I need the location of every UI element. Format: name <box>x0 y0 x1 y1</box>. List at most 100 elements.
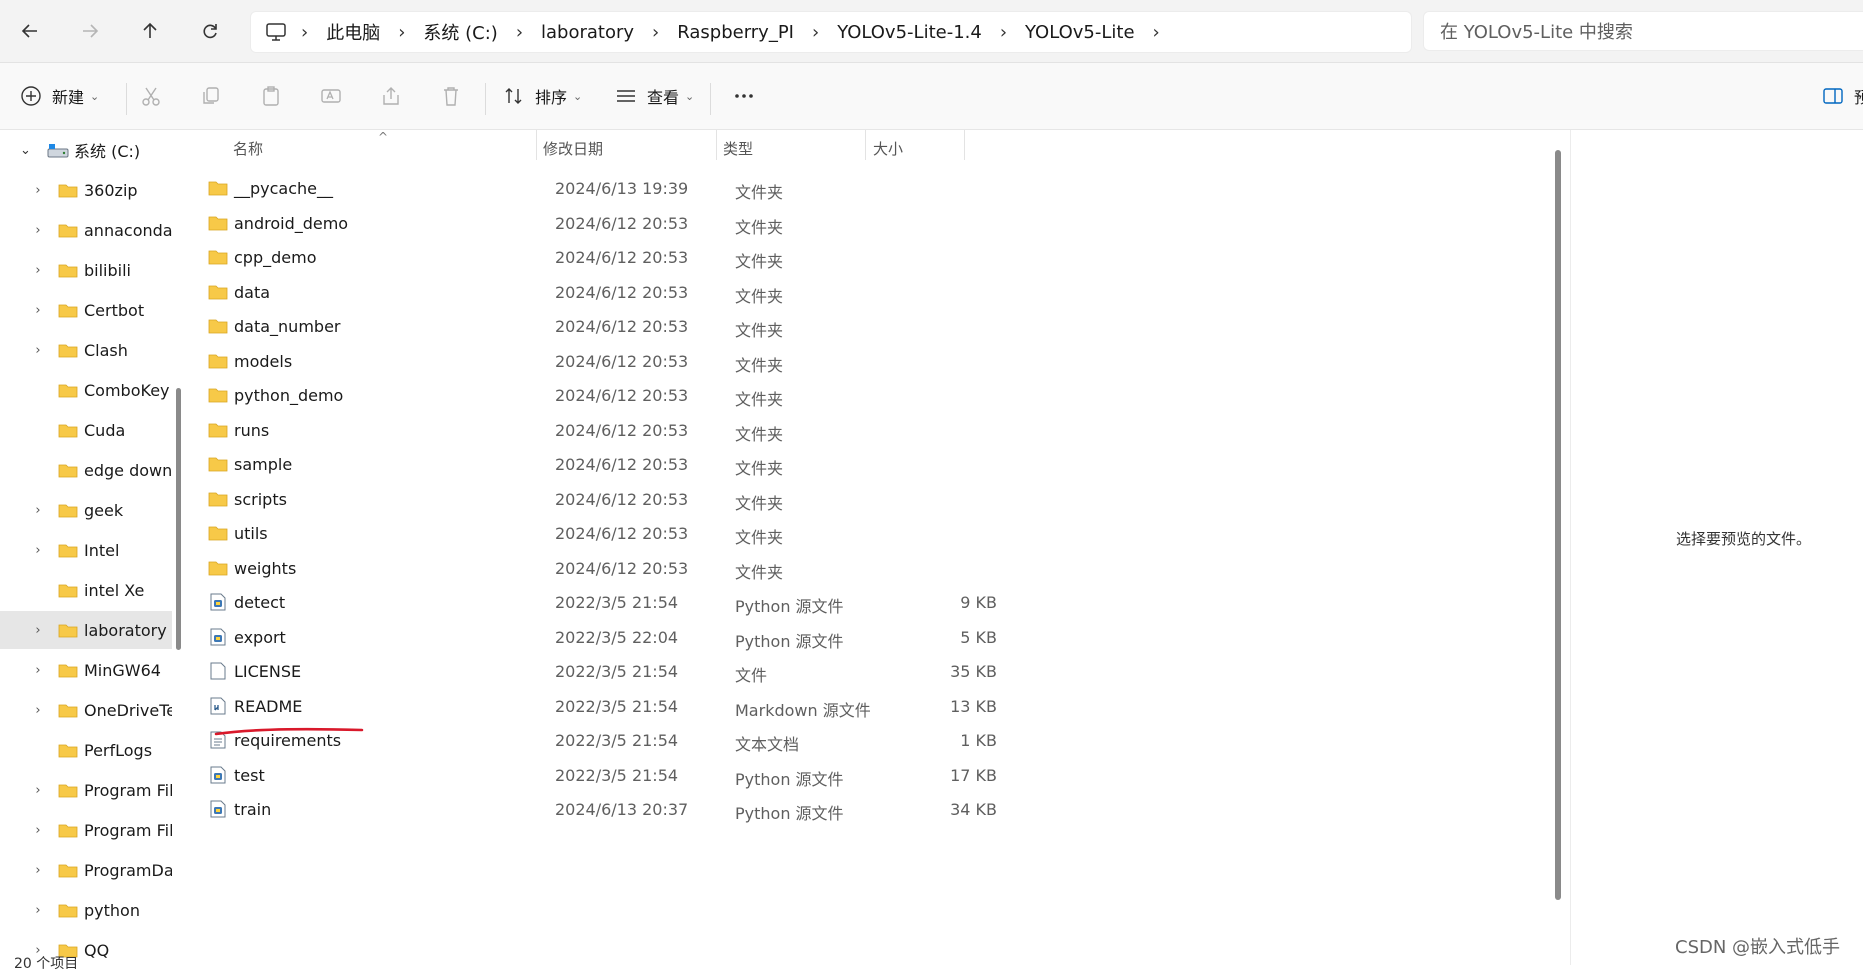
view-list-icon <box>617 90 635 102</box>
chevron-right-icon[interactable]: › <box>32 343 44 358</box>
file-type: 文件夹 <box>735 390 784 409</box>
chevron-down-icon[interactable]: ⌄ <box>20 143 31 158</box>
file-date: 2022/3/5 22:04 <box>555 627 679 647</box>
breadcrumb-item[interactable]: Raspberry_PI <box>665 22 806 43</box>
search-input[interactable]: 在 YOLOv5-Lite 中搜索 <box>1423 11 1863 51</box>
sidebar-scrollbar[interactable] <box>176 388 181 650</box>
sidebar-item[interactable]: › ProgramDat <box>0 851 172 889</box>
up-button[interactable] <box>133 14 167 48</box>
sidebar-item[interactable]: Cuda <box>0 411 172 449</box>
more-options-button[interactable] <box>724 76 764 116</box>
sidebar-item[interactable]: › Intel <box>0 531 172 569</box>
refresh-button[interactable] <box>193 14 227 48</box>
breadcrumb-item[interactable]: YOLOv5-Lite-1.4 <box>825 22 994 43</box>
breadcrumb-item[interactable]: laboratory <box>529 22 646 43</box>
folder-icon <box>208 354 228 368</box>
chevron-right-icon[interactable]: › <box>994 22 1013 43</box>
cut-button[interactable] <box>131 76 171 116</box>
file-date: 2024/6/12 20:53 <box>555 317 689 336</box>
chevron-right-icon[interactable]: › <box>510 22 529 43</box>
file-list-scrollbar[interactable] <box>1555 150 1561 900</box>
view-button[interactable]: 查看 ⌄ <box>615 76 694 116</box>
chevron-right-icon[interactable]: › <box>32 623 44 638</box>
sidebar-item[interactable]: PerfLogs <box>0 731 172 769</box>
chevron-right-icon[interactable]: › <box>32 703 44 718</box>
file-date: 2024/6/12 20:53 <box>555 455 689 474</box>
sidebar-item[interactable]: › MinGW64 <box>0 651 172 689</box>
sort-button[interactable]: 排序 ⌄ <box>503 76 582 116</box>
chevron-right-icon[interactable]: › <box>646 22 665 43</box>
chevron-right-icon[interactable]: › <box>392 22 411 43</box>
sidebar-item[interactable]: edge downl <box>0 451 172 489</box>
chevron-right-icon[interactable]: › <box>32 183 44 198</box>
sidebar-item[interactable]: › laboratory <box>0 611 172 649</box>
sidebar-item[interactable]: ComboKey <box>0 371 172 409</box>
chevron-right-icon[interactable]: › <box>32 543 44 558</box>
sidebar-item[interactable]: › OneDriveTe <box>0 691 172 729</box>
chevron-right-icon[interactable]: › <box>1147 22 1166 43</box>
chevron-down-icon: ⌄ <box>685 89 695 103</box>
column-header-type[interactable]: 类型 <box>723 138 753 159</box>
sidebar-item[interactable]: › bilibili <box>0 251 172 289</box>
sidebar-item[interactable]: › geek <box>0 491 172 529</box>
chevron-right-icon[interactable]: › <box>32 783 44 798</box>
file-type: 文件夹 <box>735 321 784 340</box>
file-row[interactable]: train 2024/6/13 20:37 Python 源文件 34 KB <box>202 790 1162 830</box>
chevron-right-icon[interactable]: › <box>32 863 44 878</box>
red-underline-annotation <box>214 727 364 736</box>
breadcrumb[interactable]: › 此电脑 › 系统 (C:) › laboratory › Raspberry… <box>250 11 1412 53</box>
clipboard-icon <box>263 86 279 106</box>
file-name: utils <box>234 524 268 543</box>
chevron-right-icon[interactable]: › <box>32 223 44 238</box>
folder-icon <box>208 285 228 299</box>
sidebar-item[interactable]: › 360zip <box>0 171 172 209</box>
rename-button[interactable] <box>311 76 351 116</box>
share-button[interactable] <box>371 76 411 116</box>
tree-root-drive[interactable]: ⌄ 系统 (C:) <box>0 131 172 169</box>
file-type: Python 源文件 <box>735 804 844 823</box>
back-arrow-icon <box>21 24 37 38</box>
sidebar-item[interactable]: › Certbot <box>0 291 172 329</box>
sidebar-item[interactable]: › annaconda <box>0 211 172 249</box>
new-label: 新建 <box>52 88 85 107</box>
chevron-right-icon[interactable]: › <box>32 663 44 678</box>
breadcrumb-item[interactable]: 系统 (C:) <box>411 19 509 45</box>
file-size: 17 KB <box>950 765 997 785</box>
file-type: 文件夹 <box>735 424 784 444</box>
file-type: 文本文档 <box>735 735 800 754</box>
file-type: 文件夹 <box>735 493 784 513</box>
sidebar-item[interactable]: › Program File <box>0 771 172 809</box>
divider <box>865 130 866 160</box>
column-header-size[interactable]: 大小 <box>873 138 903 159</box>
breadcrumb-item[interactable]: 此电脑 <box>314 19 392 45</box>
breadcrumb-item-current[interactable]: YOLOv5-Lite <box>1013 22 1147 43</box>
sidebar-item[interactable]: › python <box>0 891 172 929</box>
chevron-right-icon[interactable]: › <box>32 263 44 278</box>
file-size: 1 KB <box>960 731 997 750</box>
chevron-right-icon[interactable]: › <box>32 823 44 838</box>
file-type: 文件夹 <box>735 459 784 478</box>
preview-pane-button[interactable]: 预 <box>1822 76 1863 116</box>
paste-button[interactable] <box>251 76 291 116</box>
folder-icon <box>58 664 78 678</box>
back-button[interactable] <box>13 14 47 48</box>
delete-button[interactable] <box>431 76 471 116</box>
this-pc-icon[interactable] <box>251 22 295 42</box>
python-file-icon <box>210 766 226 783</box>
chevron-right-icon[interactable]: › <box>32 303 44 318</box>
chevron-right-icon[interactable]: › <box>32 503 44 518</box>
sidebar-item[interactable]: › Clash <box>0 331 172 369</box>
chevron-right-icon[interactable]: › <box>806 22 825 43</box>
file-date: 2024/6/12 20:53 <box>555 248 689 267</box>
forward-button[interactable] <box>73 14 107 48</box>
chevron-right-icon[interactable]: › <box>295 22 314 43</box>
sidebar-item[interactable]: intel Xe <box>0 571 172 609</box>
copy-button[interactable] <box>191 76 231 116</box>
new-button[interactable]: 新建 ⌄ <box>20 76 99 116</box>
chevron-right-icon[interactable]: › <box>32 903 44 918</box>
file-date: 2024/6/12 20:53 <box>555 386 689 405</box>
folder-icon <box>58 784 78 798</box>
column-header-date[interactable]: 修改日期 <box>543 138 603 159</box>
sidebar-item[interactable]: › Program File <box>0 811 172 849</box>
column-header-name[interactable]: 名称 <box>233 138 263 159</box>
